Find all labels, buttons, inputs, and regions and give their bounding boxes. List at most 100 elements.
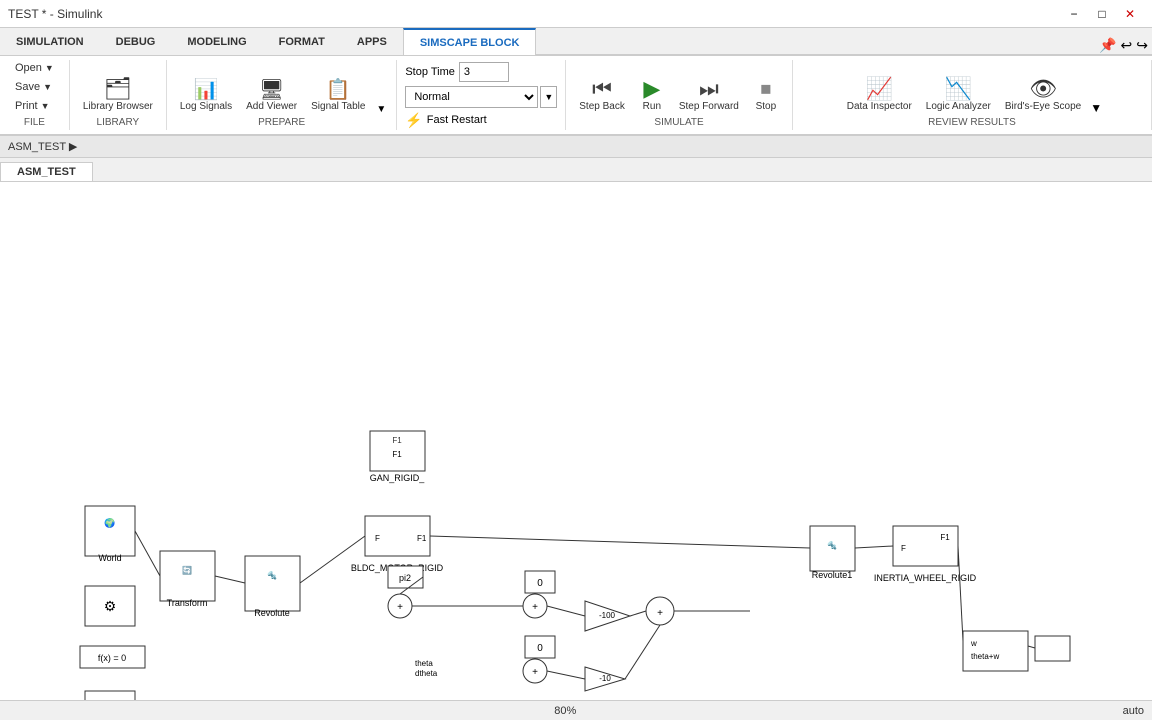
fast-restart-row[interactable]: ⚡ Fast Restart <box>405 112 557 129</box>
wire-inertia-display <box>958 546 963 641</box>
sim-mode-row: Normal Accelerator Rapid Accelerator Sof… <box>405 86 557 108</box>
tab-debug[interactable]: DEBUG <box>100 28 172 55</box>
step-forward-icon: ⏭ <box>699 78 719 100</box>
open-label: Open <box>15 62 42 74</box>
logic-analyzer-button[interactable]: 📉 Logic Analyzer <box>921 75 996 115</box>
data-inspector-icon: 📈 <box>866 78 893 100</box>
logic-analyzer-label: Logic Analyzer <box>926 101 991 112</box>
dtheta-label: dtheta <box>415 669 438 678</box>
library-label: LIBRARY <box>97 117 140 128</box>
close-button[interactable]: ✕ <box>1116 4 1144 24</box>
stop-button[interactable]: ⏹ Stop <box>748 75 784 115</box>
simulate-label: SIMULATE <box>654 117 703 128</box>
birds-eye-label: Bird's-Eye Scope <box>1005 101 1081 112</box>
stop-time-input[interactable] <box>459 62 509 82</box>
step-forward-label: Step Forward <box>679 101 739 112</box>
simulate-section: ⏮ Step Back ▶ Run ⏭ Step Forward ⏹ Stop … <box>566 60 793 130</box>
add-viewer-icon: 🖥 <box>259 80 284 100</box>
library-section: 🗂 Library Browser LIBRARY <box>70 60 167 130</box>
logic-analyzer-icon: 📉 <box>945 78 972 100</box>
tab-apps[interactable]: APPS <box>341 28 403 55</box>
simulink-canvas: 🌍 World ⚙ f(x) = 0 0 🔄 <box>0 182 1152 700</box>
save-dropdown-icon[interactable]: ▼ <box>43 82 52 92</box>
ribbon-pin-button[interactable]: 📌 <box>1099 37 1116 54</box>
svg-text:theta+w: theta+w <box>971 652 999 661</box>
svg-text:w: w <box>970 639 977 648</box>
fast-restart-label: Fast Restart <box>427 114 487 126</box>
svg-text:🔩: 🔩 <box>827 540 837 550</box>
ribbon: Open ▼ Save ▼ Print ▼ FILE 🗂 Library Bro… <box>0 56 1152 136</box>
data-inspector-button[interactable]: 📈 Data Inspector <box>842 75 917 115</box>
open-dropdown-icon[interactable]: ▼ <box>45 63 54 73</box>
wire-gain10-sum4 <box>625 625 660 679</box>
print-dropdown-icon[interactable]: ▼ <box>41 101 50 111</box>
tab-simulation[interactable]: SIMULATION <box>0 28 100 55</box>
save-button[interactable]: Save ▼ <box>8 78 61 96</box>
tab-modeling[interactable]: MODELING <box>171 28 262 55</box>
world-block: 🌍 World <box>85 506 135 563</box>
step-forward-button[interactable]: ⏭ Step Forward <box>674 75 744 115</box>
save-label: Save <box>15 81 40 93</box>
data-inspector-label: Data Inspector <box>847 101 912 112</box>
sim-mode-select[interactable]: Normal Accelerator Rapid Accelerator Sof… <box>405 86 538 108</box>
svg-text:-100: -100 <box>599 611 616 620</box>
wire-sum2-gain100 <box>547 606 585 616</box>
theta-label: theta <box>415 659 433 668</box>
ribbon-undo-button[interactable]: ↩ <box>1121 37 1133 54</box>
svg-text:F: F <box>901 544 906 553</box>
minimize-button[interactable]: − <box>1060 4 1088 24</box>
review-expand-button[interactable]: ▼ <box>1090 101 1102 115</box>
file-section: Open ▼ Save ▼ Print ▼ FILE <box>0 60 70 130</box>
signal-table-icon: 📋 <box>326 80 351 100</box>
wire-display-scope <box>1028 646 1035 648</box>
revolute1-block: 🔩 Revolute1 <box>810 526 855 580</box>
print-button[interactable]: Print ▼ <box>8 97 61 115</box>
svg-text:Transform: Transform <box>167 598 208 608</box>
sim-mode-dropdown-button[interactable]: ▼ <box>540 86 557 108</box>
prepare-section-items: 📊 Log Signals 🖥 Add Viewer 📋 Signal Tabl… <box>175 60 388 115</box>
tab-format[interactable]: FORMAT <box>263 28 341 55</box>
ribbon-tabs: SIMULATION DEBUG MODELING FORMAT APPS SI… <box>0 28 1152 56</box>
zoom-level: 80% <box>8 705 1123 717</box>
library-browser-button[interactable]: 🗂 Library Browser <box>78 75 158 115</box>
log-signals-icon: 📊 <box>194 80 219 100</box>
step-back-button[interactable]: ⏮ Step Back <box>574 75 630 115</box>
svg-text:pi2: pi2 <box>399 573 411 583</box>
prepare-expand-button[interactable]: ▼ <box>374 104 388 115</box>
stop-time-label: Stop Time <box>405 66 455 78</box>
tab-simscape-block[interactable]: SIMSCAPE BLOCK <box>403 28 537 55</box>
signal-table-button[interactable]: 📋 Signal Table <box>306 77 370 115</box>
simulation-settings: Stop Time Normal Accelerator Rapid Accel… <box>397 60 566 130</box>
library-icon: 🗂 <box>104 78 132 100</box>
file-label: FILE <box>24 117 45 128</box>
svg-text:+: + <box>532 602 538 613</box>
titlebar-controls: − □ ✕ <box>1060 4 1144 24</box>
birds-eye-button[interactable]: 👁 Bird's-Eye Scope <box>1000 75 1086 115</box>
revolute-left-block: 🔩 Revolute <box>245 556 300 618</box>
svg-text:F1: F1 <box>417 534 427 543</box>
svg-text:GAN_RIGID_: GAN_RIGID_ <box>370 473 426 483</box>
svg-text:0: 0 <box>537 643 543 654</box>
svg-text:🌍: 🌍 <box>104 517 115 528</box>
svg-text:⚙: ⚙ <box>104 598 117 614</box>
svg-text:INERTIA_WHEEL_RIGID: INERTIA_WHEEL_RIGID <box>874 573 977 583</box>
open-button[interactable]: Open ▼ <box>8 59 61 77</box>
run-button[interactable]: ▶ Run <box>634 75 670 115</box>
prepare-label: PREPARE <box>258 117 305 128</box>
log-signals-button[interactable]: 📊 Log Signals <box>175 77 237 115</box>
function-block: f(x) = 0 <box>80 646 145 668</box>
tab-asm-test[interactable]: ASM_TEST <box>0 162 93 181</box>
breadcrumb-path: ASM_TEST ▶ <box>8 140 77 153</box>
run-icon: ▶ <box>643 78 660 100</box>
status-right: auto <box>1123 705 1144 717</box>
prepare-section: 📊 Log Signals 🖥 Add Viewer 📋 Signal Tabl… <box>167 60 397 130</box>
add-viewer-button[interactable]: 🖥 Add Viewer <box>241 77 302 115</box>
svg-text:F: F <box>375 534 380 543</box>
canvas-area[interactable]: 🌍 World ⚙ f(x) = 0 0 🔄 <box>0 182 1152 700</box>
maximize-button[interactable]: □ <box>1088 4 1116 24</box>
simulate-section-items: ⏮ Step Back ▶ Run ⏭ Step Forward ⏹ Stop <box>574 60 784 115</box>
step-back-label: Step Back <box>579 101 625 112</box>
svg-text:F1: F1 <box>392 436 402 445</box>
ribbon-redo-button[interactable]: ↪ <box>1136 37 1148 54</box>
breadcrumb: ASM_TEST ▶ <box>0 136 1152 158</box>
